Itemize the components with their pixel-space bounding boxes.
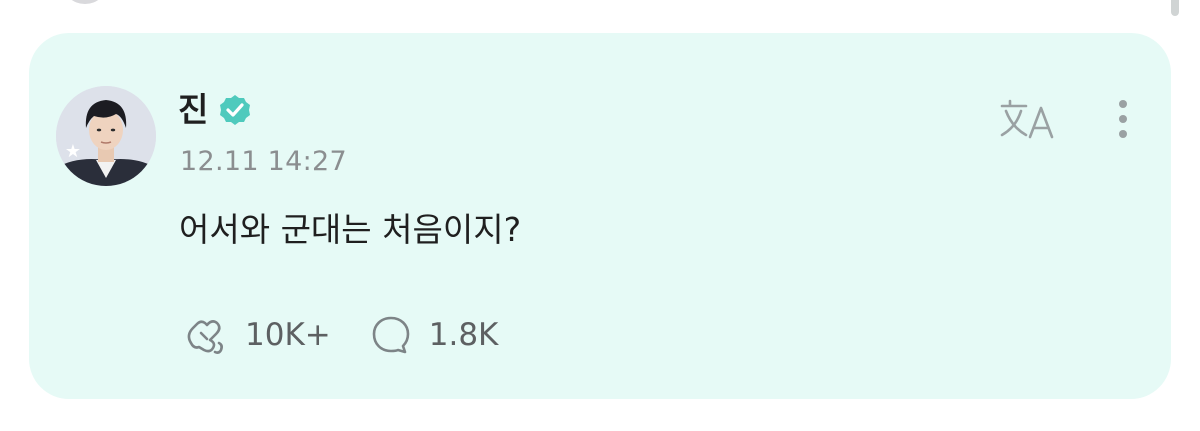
- more-options-button[interactable]: [1108, 96, 1138, 144]
- previous-avatar-edge: [62, 0, 108, 4]
- post-text: 어서와 군대는 처음이지?: [179, 210, 522, 249]
- scrollbar-thumb[interactable]: [1171, 0, 1179, 16]
- post-timestamp: 12.11 14:27: [180, 146, 347, 177]
- star-badge-icon: ★: [64, 141, 82, 162]
- avatar[interactable]: [56, 86, 156, 186]
- post-actions: 10K+ 1.8K: [183, 311, 536, 359]
- verified-badge-icon: [220, 95, 251, 125]
- like-button[interactable]: 10K+: [183, 313, 331, 357]
- page: ★ 진 12.11 14:27 어서와 군대는 처음이지? 10K+ 1.8K: [0, 0, 1200, 431]
- author-name[interactable]: 진: [178, 88, 208, 132]
- comment-count: 1.8K: [428, 317, 499, 353]
- avatar-photo: [56, 86, 156, 186]
- like-count: 10K+: [245, 317, 331, 353]
- translate-icon: [1000, 99, 1054, 139]
- like-icon: [187, 320, 223, 354]
- comment-button[interactable]: 1.8K: [369, 313, 499, 357]
- comment-icon: [372, 316, 410, 354]
- translate-button[interactable]: [1000, 97, 1060, 143]
- author-row: 진: [178, 88, 252, 132]
- more-options-icon: [1119, 100, 1127, 138]
